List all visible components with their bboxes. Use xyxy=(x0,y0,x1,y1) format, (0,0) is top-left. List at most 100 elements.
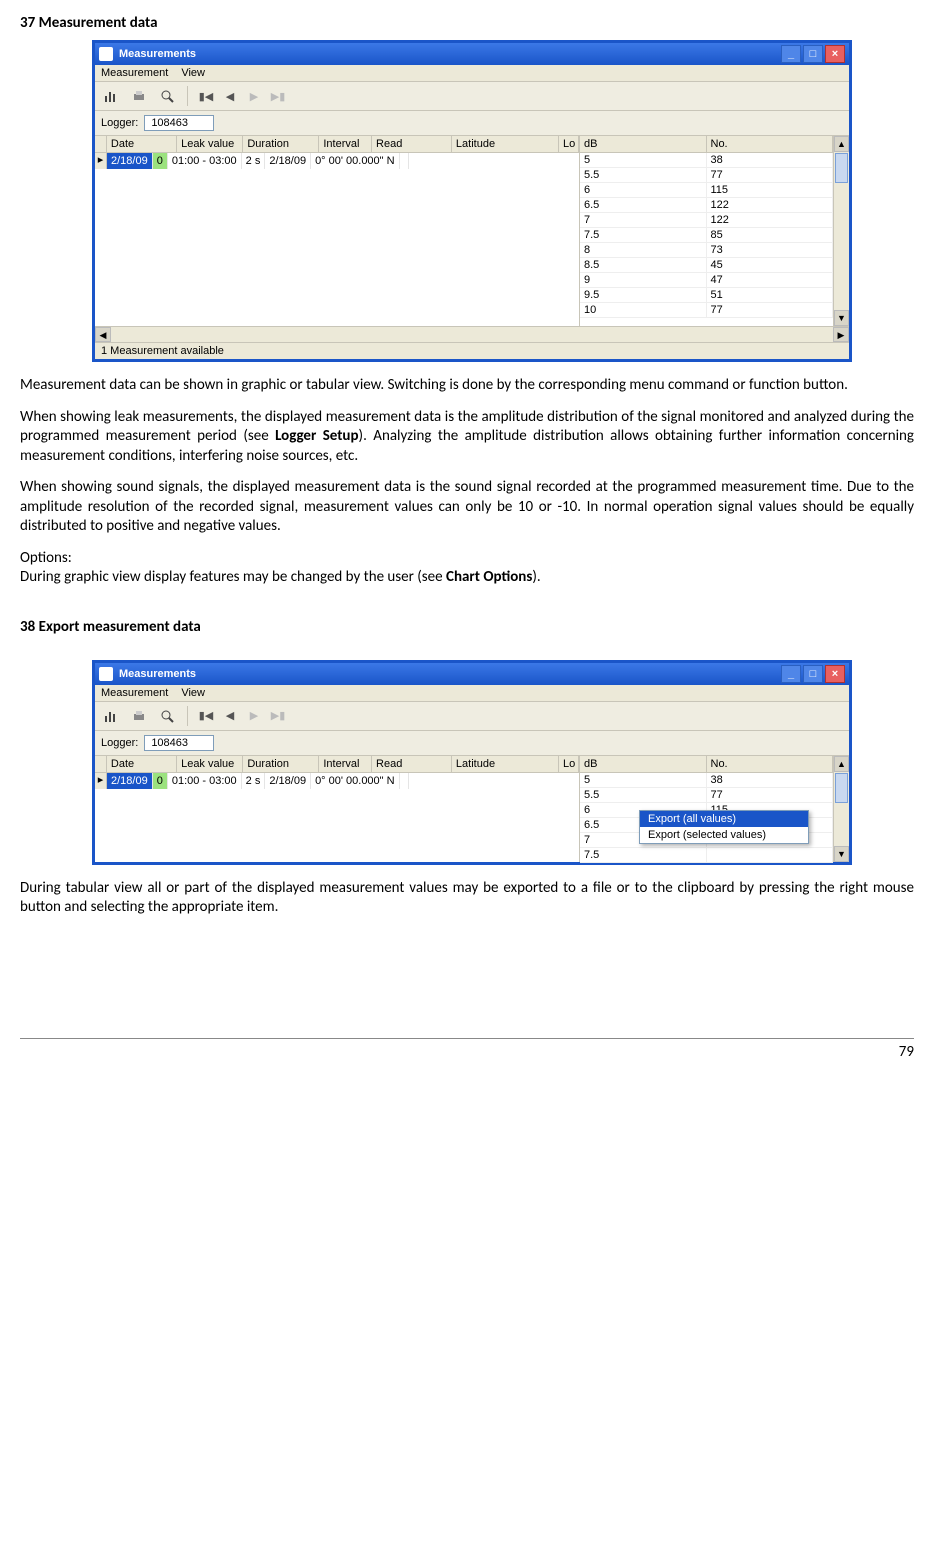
col-db[interactable]: dB xyxy=(580,136,707,152)
table-row[interactable]: 9.551 xyxy=(580,288,833,303)
chart-view-icon[interactable] xyxy=(99,705,123,727)
row-marker-icon: ▸ xyxy=(95,773,107,789)
logger-label: Logger: xyxy=(101,117,138,129)
left-table: Date Leak value Duration Interval Read L… xyxy=(95,136,579,326)
chart-view-icon[interactable] xyxy=(99,85,123,107)
table-row[interactable]: ▸ 2/18/09 0 01:00 - 03:00 2 s 2/18/09 0°… xyxy=(95,773,579,789)
scroll-down-icon[interactable]: ▼ xyxy=(834,846,849,862)
col-lo[interactable]: Lo xyxy=(559,756,579,772)
table-row[interactable]: 7.585 xyxy=(580,228,833,243)
col-date[interactable]: Date xyxy=(107,136,177,152)
window-title: Measurements xyxy=(119,668,196,680)
nav-last-icon[interactable]: ▶▮ xyxy=(268,90,288,103)
figure-37: Measurements _ □ × Measurement View ▮◀ ◀… xyxy=(92,40,914,362)
col-no[interactable]: No. xyxy=(707,756,834,772)
table-row[interactable]: 538 xyxy=(580,773,833,788)
menu-measurement[interactable]: Measurement xyxy=(101,67,168,79)
measurements-window: Measurements _ □ × Measurement View ▮◀ ◀… xyxy=(92,40,852,362)
col-date[interactable]: Date xyxy=(107,756,177,772)
nav-next-icon[interactable]: ▶ xyxy=(244,90,264,103)
vertical-scrollbar[interactable]: ▲ ▼ xyxy=(833,136,849,326)
col-interval[interactable]: Interval xyxy=(319,756,372,772)
table-row[interactable]: 7.5 xyxy=(580,848,833,863)
menu-view[interactable]: View xyxy=(181,67,205,79)
table-row[interactable]: 5.577 xyxy=(580,788,833,803)
section-37-heading: 37 Measurement data xyxy=(20,14,914,32)
table-row[interactable]: 5.577 xyxy=(580,168,833,183)
close-button[interactable]: × xyxy=(825,45,845,63)
col-latitude[interactable]: Latitude xyxy=(452,756,559,772)
logger-value[interactable]: 108463 xyxy=(144,115,214,131)
menu-bar: Measurement View xyxy=(95,65,849,82)
col-leakvalue[interactable]: Leak value xyxy=(177,136,243,152)
nav-prev-icon[interactable]: ◀ xyxy=(220,90,240,103)
toolbar: ▮◀ ◀ ▶ ▶▮ xyxy=(95,82,849,111)
title-bar: Measurements _ □ × xyxy=(95,663,849,685)
nav-last-icon[interactable]: ▶▮ xyxy=(268,709,288,722)
table-row[interactable]: 7122 xyxy=(580,213,833,228)
right-table: dB No. 5385.57761156.512271227.5858738.5… xyxy=(579,136,849,326)
export-all-item[interactable]: Export (all values) xyxy=(640,811,808,827)
zoom-icon[interactable] xyxy=(155,85,179,107)
logger-bar: Logger: 108463 xyxy=(95,111,849,136)
maximize-button[interactable]: □ xyxy=(803,665,823,683)
table-row[interactable]: 1077 xyxy=(580,303,833,318)
logger-value[interactable]: 108463 xyxy=(144,735,214,751)
measurements-window: Measurements _ □ × Measurement View ▮◀ ◀… xyxy=(92,660,852,865)
scroll-up-icon[interactable]: ▲ xyxy=(834,136,849,152)
scroll-down-icon[interactable]: ▼ xyxy=(834,310,849,326)
scroll-thumb[interactable] xyxy=(835,773,848,803)
figure-38: Measurements _ □ × Measurement View ▮◀ ◀… xyxy=(92,660,914,865)
table-row[interactable]: 6.5122 xyxy=(580,198,833,213)
minimize-button[interactable]: _ xyxy=(781,665,801,683)
table-row[interactable]: 873 xyxy=(580,243,833,258)
right-table: dB No. 5385.57761156.512277.5 ▲ ▼ Export… xyxy=(579,756,849,862)
menu-measurement[interactable]: Measurement xyxy=(101,687,168,699)
paragraph: Measurement data can be shown in graphic… xyxy=(20,376,914,396)
maximize-button[interactable]: □ xyxy=(803,45,823,63)
close-button[interactable]: × xyxy=(825,665,845,683)
vertical-scrollbar[interactable]: ▲ ▼ xyxy=(833,756,849,862)
col-no[interactable]: No. xyxy=(707,136,834,152)
paragraph: During tabular view all or part of the d… xyxy=(20,879,914,918)
menu-view[interactable]: View xyxy=(181,687,205,699)
page-footer: 79 xyxy=(20,1038,914,1061)
print-icon[interactable] xyxy=(127,85,151,107)
nav-first-icon[interactable]: ▮◀ xyxy=(196,709,216,722)
scroll-up-icon[interactable]: ▲ xyxy=(834,756,849,772)
status-bar: 1 Measurement available xyxy=(95,342,849,359)
context-menu[interactable]: Export (all values) Export (selected val… xyxy=(639,810,809,844)
scroll-thumb[interactable] xyxy=(835,153,848,183)
table-row[interactable]: 6115 xyxy=(580,183,833,198)
page-number: 79 xyxy=(899,1043,914,1061)
horizontal-scrollbar[interactable]: ◀ ▶ xyxy=(95,326,849,342)
col-leakvalue[interactable]: Leak value xyxy=(177,756,243,772)
col-interval[interactable]: Interval xyxy=(319,136,372,152)
minimize-button[interactable]: _ xyxy=(781,45,801,63)
export-selected-item[interactable]: Export (selected values) xyxy=(640,827,808,843)
col-db[interactable]: dB xyxy=(580,756,707,772)
nav-first-icon[interactable]: ▮◀ xyxy=(196,90,216,103)
col-read[interactable]: Read xyxy=(372,136,452,152)
col-read[interactable]: Read xyxy=(372,756,452,772)
logger-bar: Logger: 108463 xyxy=(95,731,849,756)
col-duration[interactable]: Duration xyxy=(243,136,319,152)
content-area: Date Leak value Duration Interval Read L… xyxy=(95,136,849,326)
zoom-icon[interactable] xyxy=(155,705,179,727)
scroll-right-icon[interactable]: ▶ xyxy=(833,327,849,342)
content-area: Date Leak value Duration Interval Read L… xyxy=(95,756,849,862)
print-icon[interactable] xyxy=(127,705,151,727)
table-row[interactable]: ▸ 2/18/09 0 01:00 - 03:00 2 s 2/18/09 0°… xyxy=(95,153,579,169)
paragraph: Options: During graphic view display fea… xyxy=(20,549,914,588)
nav-prev-icon[interactable]: ◀ xyxy=(220,709,240,722)
paragraph: When showing sound signals, the displaye… xyxy=(20,478,914,537)
app-icon xyxy=(99,667,113,681)
col-latitude[interactable]: Latitude xyxy=(452,136,559,152)
table-row[interactable]: 538 xyxy=(580,153,833,168)
nav-next-icon[interactable]: ▶ xyxy=(244,709,264,722)
scroll-left-icon[interactable]: ◀ xyxy=(95,327,111,342)
table-row[interactable]: 8.545 xyxy=(580,258,833,273)
col-duration[interactable]: Duration xyxy=(243,756,319,772)
col-lo[interactable]: Lo xyxy=(559,136,579,152)
table-row[interactable]: 947 xyxy=(580,273,833,288)
